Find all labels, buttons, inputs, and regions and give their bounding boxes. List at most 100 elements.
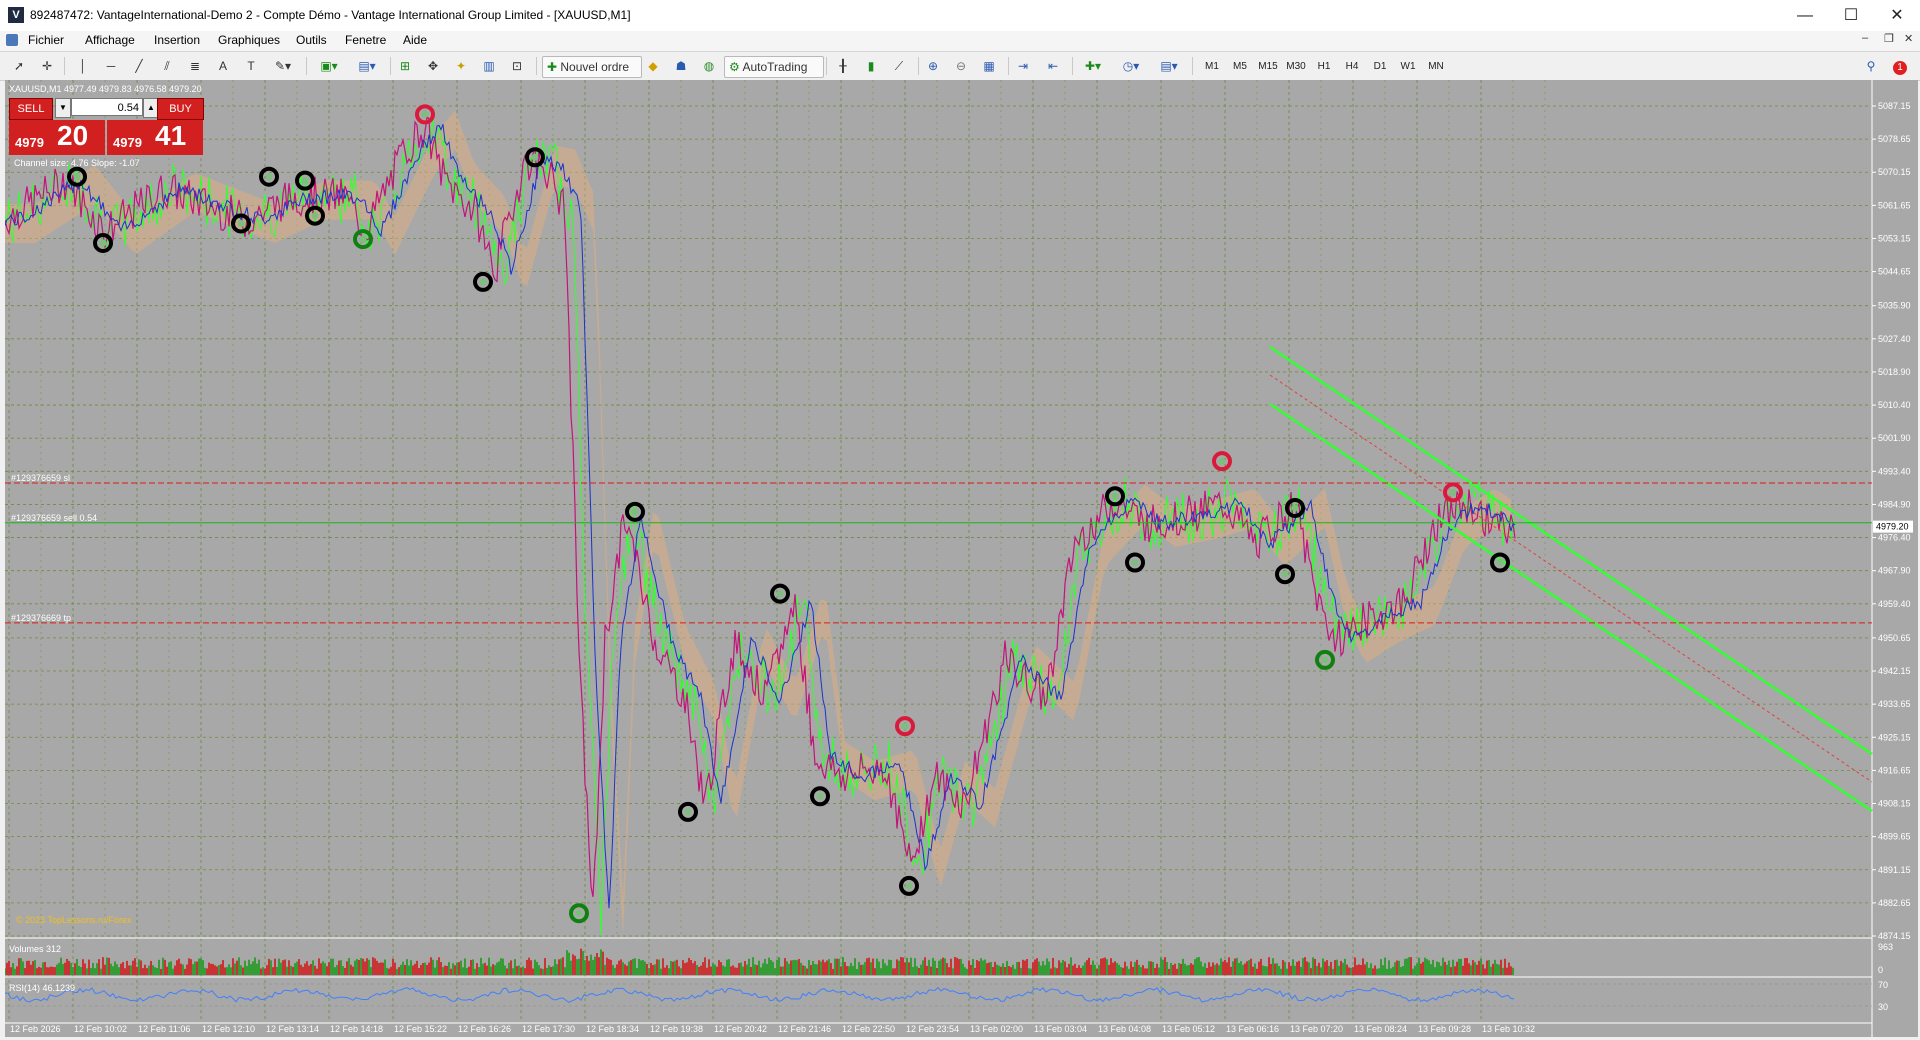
window-title: 892487472: VantageInternational-Demo 2 -… — [30, 8, 631, 22]
navigator-icon[interactable]: ✥ — [424, 56, 442, 76]
menu-graphiques[interactable]: Graphiques — [218, 33, 280, 47]
time-label: 13 Feb 06:16 — [1226, 1024, 1279, 1034]
terminal-icon[interactable]: ▥ — [480, 56, 498, 76]
zoom-out-icon[interactable]: ⊖ — [952, 56, 970, 76]
price-label: 5010.40 — [1878, 400, 1911, 410]
swing-marker-dot — [359, 235, 367, 243]
cursor-icon[interactable]: ➚ — [10, 56, 28, 76]
swing-marker-dot — [1496, 559, 1504, 566]
swing-marker-dot — [905, 882, 913, 890]
timeframe-h4[interactable]: H4 — [1338, 58, 1366, 76]
order-line-label: #129376669 tp — [11, 613, 71, 623]
indicators-icon[interactable]: ✚▾ — [1078, 56, 1108, 76]
time-label: 12 Feb 13:14 — [266, 1024, 319, 1034]
swing-marker-dot — [1111, 492, 1119, 500]
order-line-label: #129376659 sl — [11, 473, 70, 483]
price-label: 5018.90 — [1878, 367, 1911, 377]
price-label: 4993.40 — [1878, 466, 1911, 476]
price-label: 5053.15 — [1878, 233, 1911, 243]
buy-price-box[interactable]: 4979 41 — [107, 120, 203, 155]
autoscroll-icon[interactable]: ⇥ — [1014, 56, 1032, 76]
swing-marker-dot — [901, 722, 909, 730]
market-icon[interactable]: ◍ — [700, 56, 718, 76]
chart-window[interactable]: 5087.15 5078.65 5070.15 5061.65 5053.15 5044.… — [5, 80, 1918, 1037]
buy-button[interactable]: BUY — [157, 98, 204, 120]
timeframe-d1[interactable]: D1 — [1366, 58, 1394, 76]
fibonacci-icon[interactable]: ≣ — [186, 56, 204, 76]
autotrading-icon: ⚙ — [729, 60, 743, 74]
shapes-dropdown-icon[interactable]: ✎▾ — [270, 56, 296, 76]
strategy-tester-icon[interactable]: ⊡ — [508, 56, 526, 76]
timeframe-m30[interactable]: M30 — [1282, 58, 1310, 76]
trendline-icon[interactable]: ╱ — [130, 56, 148, 76]
swing-marker-dot — [1218, 457, 1226, 465]
plus-icon: ✚ — [547, 60, 561, 74]
mdi-close-button[interactable]: ✕ — [1904, 32, 1913, 45]
new-chart-icon[interactable]: ▣▾ — [314, 56, 344, 76]
toolbar-separator — [306, 57, 307, 75]
zoom-in-icon[interactable]: ⊕ — [924, 56, 942, 76]
timeframe-mn[interactable]: MN — [1422, 58, 1450, 76]
menu-outils[interactable]: Outils — [296, 33, 327, 47]
swing-marker-dot — [311, 212, 319, 220]
templates-icon[interactable]: ▤▾ — [1154, 56, 1184, 76]
market-watch-icon[interactable]: ⊞ — [396, 56, 414, 76]
swing-marker-dot — [1449, 488, 1457, 496]
menu-bar: Fichier Affichage Insertion Graphiques O… — [0, 31, 1920, 52]
menu-fichier[interactable]: Fichier — [28, 33, 64, 47]
price-chart[interactable]: 5087.15 5078.65 5070.15 5061.65 5053.15 5044.… — [5, 80, 1918, 1037]
mdi-restore-button[interactable]: ❐ — [1884, 32, 1894, 45]
swing-marker-dot — [631, 508, 639, 516]
candlestick-icon[interactable]: ▮ — [862, 56, 880, 76]
crosshair-icon[interactable]: ✛ — [38, 56, 56, 76]
price-label: 5061.65 — [1878, 200, 1911, 210]
notifications-button[interactable]: 1 — [1888, 56, 1912, 76]
menu-affichage[interactable]: Affichage — [85, 33, 135, 47]
menu-insertion[interactable]: Insertion — [154, 33, 200, 47]
mdi-minimize-button[interactable]: – — [1862, 32, 1868, 44]
timeframe-m5[interactable]: M5 — [1226, 58, 1254, 76]
swing-marker-dot — [776, 590, 784, 598]
lot-size-input[interactable]: 0.54 — [71, 98, 143, 116]
timeframe-m1[interactable]: M1 — [1198, 58, 1226, 76]
text-label-icon[interactable]: T — [242, 56, 260, 76]
lot-decrease-button[interactable]: ▼ — [55, 98, 71, 118]
line-chart-icon[interactable]: ⟋ — [890, 56, 908, 76]
tile-windows-icon[interactable]: ▦ — [980, 56, 998, 76]
horizontal-line-icon[interactable]: ─ — [102, 56, 120, 76]
time-label: 12 Feb 15:22 — [394, 1024, 447, 1034]
metaeditor-icon[interactable]: ◆ — [644, 56, 662, 76]
bar-chart-icon[interactable]: ╂ — [834, 56, 852, 76]
data-window-icon[interactable]: ✦ — [452, 56, 470, 76]
close-button[interactable]: ✕ — [1874, 0, 1920, 31]
time-label: 12 Feb 14:18 — [330, 1024, 383, 1034]
signals-icon[interactable]: ☗ — [672, 56, 690, 76]
price-label: 5035.90 — [1878, 301, 1911, 311]
sell-price-box[interactable]: 4979 20 — [9, 120, 105, 155]
text-icon[interactable]: A — [214, 56, 232, 76]
price-label: 4908.15 — [1878, 799, 1911, 809]
autotrading-button[interactable]: ⚙ AutoTrading — [724, 56, 824, 78]
profiles-icon[interactable]: ▤▾ — [352, 56, 382, 76]
chart-shift-icon[interactable]: ⇤ — [1044, 56, 1062, 76]
time-label: 13 Feb 02:00 — [970, 1024, 1023, 1034]
minimize-button[interactable]: — — [1782, 0, 1828, 31]
timeframe-h1[interactable]: H1 — [1310, 58, 1338, 76]
price-label: 4925.15 — [1878, 732, 1911, 742]
alert-badge: 1 — [1893, 61, 1907, 75]
vertical-line-icon[interactable]: │ — [76, 56, 90, 76]
sell-button[interactable]: SELL — [9, 98, 53, 120]
menu-aide[interactable]: Aide — [403, 33, 427, 47]
menu-fenetre[interactable]: Fenetre — [345, 33, 386, 47]
channel-icon[interactable]: ⫽ — [158, 56, 176, 76]
maximize-button[interactable]: ☐ — [1828, 0, 1874, 31]
timeframe-m15[interactable]: M15 — [1254, 58, 1282, 76]
timeframe-w1[interactable]: W1 — [1394, 58, 1422, 76]
periods-icon[interactable]: ◷▾ — [1116, 56, 1146, 76]
new-order-button[interactable]: ✚ Nouvel ordre — [542, 56, 642, 78]
search-icon[interactable]: ⚲ — [1862, 56, 1880, 76]
time-label: 13 Feb 03:04 — [1034, 1024, 1087, 1034]
swing-marker-dot — [73, 173, 81, 181]
price-label: 4933.65 — [1878, 699, 1911, 709]
price-label: 4942.15 — [1878, 666, 1911, 676]
